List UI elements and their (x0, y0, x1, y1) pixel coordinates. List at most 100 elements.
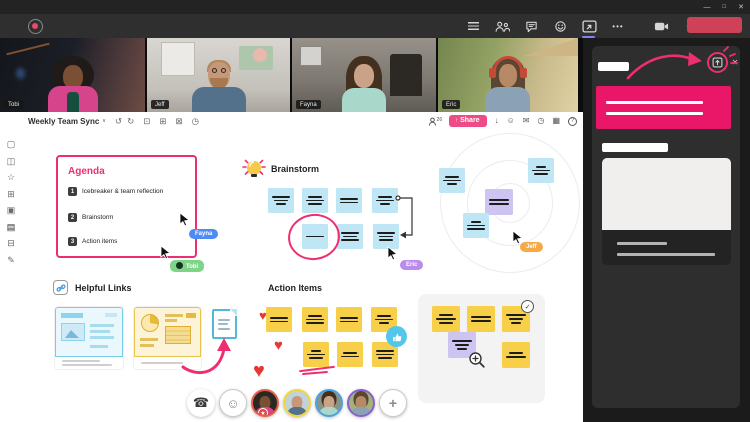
comment-icon[interactable]: ✉ (523, 117, 530, 125)
avatar-fayna[interactable] (315, 389, 343, 417)
close-icon[interactable]: ✕ (738, 3, 744, 11)
maximize-icon[interactable]: □ (723, 4, 727, 10)
star-badge-icon: ★ (258, 408, 268, 417)
cursor-fayna (179, 212, 191, 227)
whiteboard-app: ▢ ◫ ☆ ⊞ ▣ ▤ ⊟ ✎ Weekly Team Sync ∨ ↺ ↻ ⊡… (0, 112, 583, 422)
board-title[interactable]: Weekly Team Sync (28, 117, 99, 126)
more-icon[interactable]: ••• (609, 18, 627, 34)
export-tool-icon[interactable]: ⊟ (7, 239, 15, 248)
video-strip: Tobi Jeff Fayna (0, 38, 583, 112)
sticky-note[interactable] (337, 342, 363, 367)
people-icon[interactable] (493, 18, 511, 34)
sticky-note[interactable] (439, 168, 465, 193)
rollcall-icon[interactable] (464, 18, 482, 34)
avatar-jeff[interactable] (283, 389, 311, 417)
pen-tool-icon[interactable]: ✎ (7, 256, 15, 265)
chat-icon[interactable] (522, 18, 540, 34)
popout-button[interactable] (711, 56, 724, 69)
action-items-title: Action Items (268, 283, 322, 293)
add-participant-button[interactable]: + (379, 389, 407, 417)
sticky-note[interactable] (485, 189, 513, 215)
frames-icon[interactable]: ▦ (552, 117, 560, 125)
brainstorm-title: Brainstorm (271, 164, 319, 174)
link-icon (53, 280, 68, 295)
pen-circle-annotation (285, 211, 343, 264)
timer-icon[interactable]: ◷ (192, 117, 199, 126)
shapes-tool-icon[interactable]: ☆ (7, 173, 15, 182)
meeting-side-panel: ✕ (583, 38, 750, 422)
whiteboard-icon[interactable] (580, 18, 598, 34)
avatar-eric[interactable] (347, 389, 375, 417)
reactions-icon[interactable]: ☺ (507, 117, 515, 125)
redo-icon[interactable]: ↻ (127, 117, 134, 126)
undo-icon[interactable]: ↺ (115, 117, 122, 126)
timer-icon[interactable]: ◷ (537, 117, 544, 125)
sticky-note[interactable] (432, 306, 460, 332)
chevron-down-icon[interactable]: ∨ (102, 118, 106, 124)
close-panel-icon[interactable]: ✕ (729, 56, 741, 68)
frame-icon[interactable]: ⊡ (143, 117, 150, 126)
video-tile-fayna[interactable]: Fayna (292, 38, 436, 112)
download-icon[interactable]: ↓ (495, 117, 499, 125)
sticky-note[interactable] (266, 307, 292, 332)
video-tile-jeff[interactable]: Jeff (147, 38, 290, 112)
heart-reaction[interactable]: ♥ (274, 338, 283, 353)
participants-count[interactable]: 26 (428, 117, 443, 126)
sticky-note[interactable] (463, 213, 489, 238)
emoji-reaction-button[interactable]: ☺ (219, 389, 247, 417)
heart-reaction[interactable]: ♥ (259, 309, 267, 322)
video-tile-tobi[interactable]: Tobi (0, 38, 145, 112)
participant-name-badge: Fayna (296, 100, 321, 109)
sticky-note[interactable] (528, 158, 554, 183)
reactions-icon[interactable] (551, 18, 569, 34)
sticky-note[interactable] (336, 188, 362, 213)
help-icon[interactable]: ? (568, 117, 577, 126)
whiteboard-canvas[interactable]: Agenda 1 Icebreaker & team reflection 2 … (22, 130, 583, 422)
image-tool-icon[interactable]: ▣ (7, 206, 16, 215)
participant-fayna (329, 56, 399, 112)
apps-icon[interactable]: ⊞ (159, 117, 166, 126)
window-titlebar: — □ ✕ (0, 0, 750, 14)
check-badge-icon: ✓ (521, 300, 534, 313)
panel-title-placeholder (598, 62, 629, 71)
thumbs-up-reaction[interactable] (386, 326, 407, 347)
leave-meeting-button[interactable] (687, 17, 742, 33)
cta-block-placeholder[interactable] (596, 86, 731, 129)
agenda-title: Agenda (68, 166, 105, 177)
agenda-item: 2 Brainstorm (68, 213, 113, 222)
camera-icon[interactable] (652, 18, 670, 34)
video-tile-eric[interactable]: Eric (438, 38, 578, 112)
sticky-note[interactable] (336, 307, 362, 332)
sticky-note[interactable] (268, 188, 294, 213)
sticky-note[interactable] (502, 342, 530, 368)
smiley-icon: ☺ (226, 396, 239, 411)
link-preview-card[interactable] (55, 307, 123, 369)
participant-name-badge: Tobi (4, 100, 23, 109)
cursor-avatar-icon (176, 262, 183, 269)
participant-eric (473, 56, 543, 112)
preview-card[interactable] (602, 158, 731, 265)
sticky-note[interactable] (337, 224, 363, 249)
sticky-note[interactable] (302, 188, 328, 213)
sticky-note[interactable] (303, 342, 329, 367)
sticky-note[interactable] (302, 307, 328, 332)
reactions-avatar-bar: ☎ ☺ ★ + (187, 389, 407, 417)
participant-tobi (38, 56, 108, 112)
share-button[interactable]: ↑ Share (449, 115, 486, 128)
section-label-placeholder (602, 143, 668, 152)
heart-reaction[interactable]: ♥ (253, 361, 265, 381)
sticky-note[interactable] (467, 306, 495, 332)
chart-tool-icon[interactable]: ▤ (7, 223, 16, 232)
minimize-icon[interactable]: — (704, 4, 711, 11)
call-audio-button[interactable]: ☎ (187, 389, 215, 417)
table-tool-icon[interactable]: ⊞ (7, 190, 15, 199)
lightbulb-icon (241, 156, 267, 184)
export-icon[interactable]: ⊠ (175, 117, 182, 126)
whiteboard-toolbar: Weekly Team Sync ∨ ↺ ↻ ⊡ ⊞ ⊠ ◷ 26 ↑ Shar… (22, 112, 583, 130)
templates-tool-icon[interactable]: ◫ (7, 157, 16, 166)
zoom-in-icon[interactable] (468, 351, 486, 369)
connector-line[interactable] (390, 188, 420, 244)
preview-image-placeholder (602, 158, 731, 230)
avatar-tobi[interactable]: ★ (251, 389, 279, 417)
select-tool-icon[interactable]: ▢ (7, 140, 16, 149)
